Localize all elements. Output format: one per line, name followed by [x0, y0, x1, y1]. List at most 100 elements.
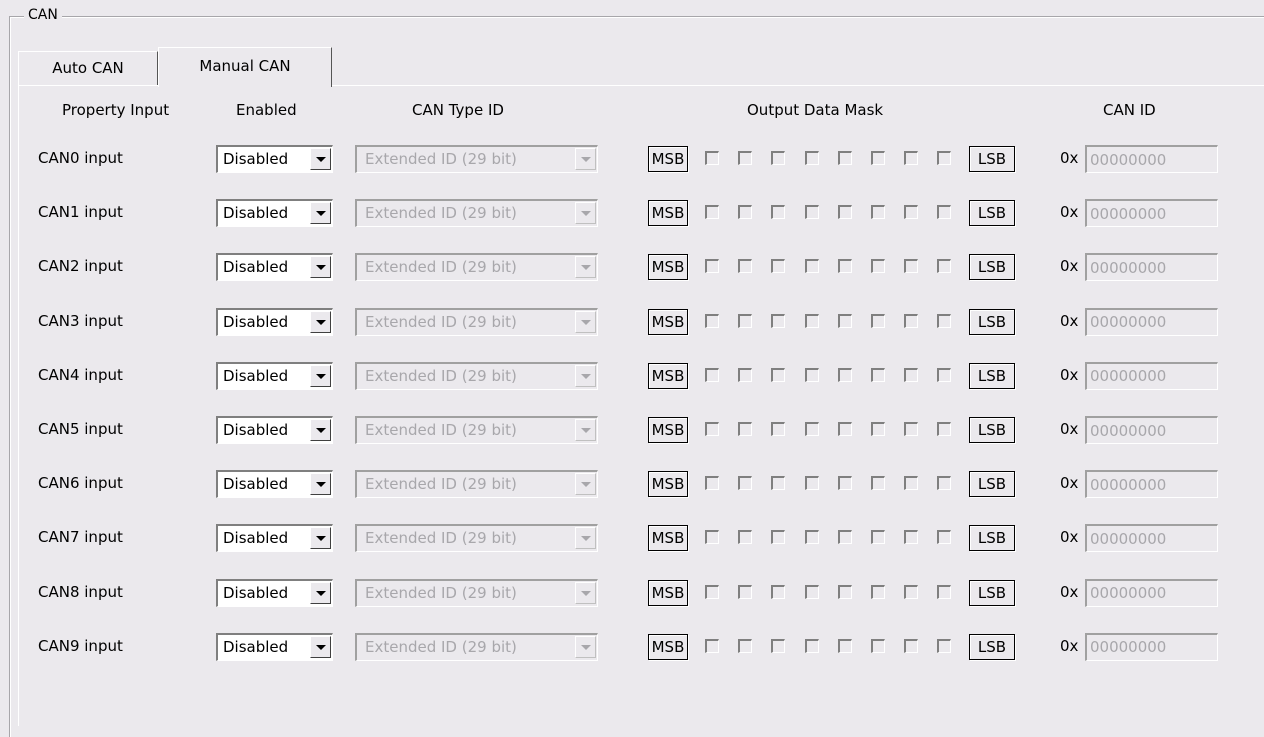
mask-bit-checkbox[interactable] [705, 530, 719, 545]
mask-bit-checkbox[interactable] [871, 313, 885, 328]
lsb-button[interactable]: LSB [969, 362, 1015, 389]
mask-bit-checkbox[interactable] [904, 530, 919, 545]
mask-bit-checkbox[interactable] [771, 205, 786, 220]
enabled-dropdown-button[interactable] [310, 310, 331, 333]
mask-bit-checkbox[interactable] [771, 638, 786, 653]
mask-bit-checkbox[interactable] [871, 367, 885, 382]
mask-bit-checkbox[interactable] [837, 205, 852, 220]
enabled-select[interactable]: Disabled [216, 361, 333, 390]
mask-bit-checkbox[interactable] [904, 151, 919, 165]
mask-bit-checkbox[interactable] [937, 530, 952, 545]
mask-bit-checkbox[interactable] [837, 422, 852, 436]
mask-bit-checkbox[interactable] [904, 584, 919, 599]
mask-bit-checkbox[interactable] [837, 638, 852, 653]
mask-bit-checkbox[interactable] [705, 422, 719, 436]
msb-button[interactable]: MSB [648, 633, 688, 660]
lsb-button[interactable]: LSB [969, 254, 1015, 281]
lsb-button[interactable]: LSB [969, 200, 1015, 227]
lsb-button[interactable]: LSB [969, 146, 1015, 172]
mask-bit-checkbox[interactable] [804, 205, 819, 220]
lsb-button[interactable]: LSB [969, 417, 1015, 443]
mask-bit-checkbox[interactable] [804, 151, 819, 165]
lsb-button[interactable]: LSB [969, 579, 1015, 606]
enabled-dropdown-button[interactable] [310, 202, 331, 225]
msb-button[interactable]: MSB [648, 362, 688, 389]
mask-bit-checkbox[interactable] [738, 422, 753, 436]
mask-bit-checkbox[interactable] [937, 313, 952, 328]
mask-bit-checkbox[interactable] [738, 530, 753, 545]
enabled-dropdown-button[interactable] [310, 419, 331, 441]
lsb-button[interactable]: LSB [969, 525, 1015, 552]
mask-bit-checkbox[interactable] [837, 259, 852, 274]
mask-bit-checkbox[interactable] [871, 422, 885, 436]
mask-bit-checkbox[interactable] [771, 584, 786, 599]
enabled-select[interactable]: Disabled [216, 307, 333, 336]
mask-bit-checkbox[interactable] [837, 584, 852, 599]
mask-bit-checkbox[interactable] [705, 476, 719, 491]
mask-bit-checkbox[interactable] [871, 151, 885, 165]
enabled-dropdown-button[interactable] [310, 473, 331, 496]
mask-bit-checkbox[interactable] [705, 313, 719, 328]
mask-bit-checkbox[interactable] [738, 205, 753, 220]
msb-button[interactable]: MSB [648, 525, 688, 552]
enabled-select[interactable]: Disabled [216, 199, 333, 228]
mask-bit-checkbox[interactable] [738, 151, 753, 165]
mask-bit-checkbox[interactable] [937, 584, 952, 599]
enabled-select[interactable]: Disabled [216, 524, 333, 553]
mask-bit-checkbox[interactable] [771, 530, 786, 545]
mask-bit-checkbox[interactable] [804, 259, 819, 274]
mask-bit-checkbox[interactable] [837, 476, 852, 491]
mask-bit-checkbox[interactable] [871, 584, 885, 599]
mask-bit-checkbox[interactable] [804, 367, 819, 382]
mask-bit-checkbox[interactable] [871, 530, 885, 545]
mask-bit-checkbox[interactable] [705, 638, 719, 653]
mask-bit-checkbox[interactable] [837, 367, 852, 382]
mask-bit-checkbox[interactable] [705, 151, 719, 165]
mask-bit-checkbox[interactable] [904, 422, 919, 436]
tab-auto-can[interactable]: Auto CAN [18, 51, 158, 85]
mask-bit-checkbox[interactable] [804, 530, 819, 545]
mask-bit-checkbox[interactable] [837, 313, 852, 328]
mask-bit-checkbox[interactable] [837, 151, 852, 165]
enabled-dropdown-button[interactable] [310, 256, 331, 279]
mask-bit-checkbox[interactable] [871, 205, 885, 220]
enabled-select[interactable]: Disabled [216, 253, 333, 282]
msb-button[interactable]: MSB [648, 254, 688, 281]
mask-bit-checkbox[interactable] [705, 367, 719, 382]
mask-bit-checkbox[interactable] [738, 259, 753, 274]
lsb-button[interactable]: LSB [969, 633, 1015, 660]
lsb-button[interactable]: LSB [969, 308, 1015, 335]
enabled-select[interactable]: Disabled [216, 416, 333, 444]
mask-bit-checkbox[interactable] [738, 638, 753, 653]
mask-bit-checkbox[interactable] [771, 151, 786, 165]
mask-bit-checkbox[interactable] [771, 259, 786, 274]
mask-bit-checkbox[interactable] [804, 584, 819, 599]
mask-bit-checkbox[interactable] [937, 259, 952, 274]
mask-bit-checkbox[interactable] [771, 367, 786, 382]
mask-bit-checkbox[interactable] [937, 638, 952, 653]
mask-bit-checkbox[interactable] [904, 313, 919, 328]
mask-bit-checkbox[interactable] [871, 476, 885, 491]
enabled-select[interactable]: Disabled [216, 632, 333, 661]
mask-bit-checkbox[interactable] [771, 313, 786, 328]
mask-bit-checkbox[interactable] [837, 530, 852, 545]
mask-bit-checkbox[interactable] [904, 367, 919, 382]
msb-button[interactable]: MSB [648, 308, 688, 335]
mask-bit-checkbox[interactable] [804, 313, 819, 328]
mask-bit-checkbox[interactable] [705, 584, 719, 599]
mask-bit-checkbox[interactable] [771, 476, 786, 491]
msb-button[interactable]: MSB [648, 146, 688, 172]
msb-button[interactable]: MSB [648, 471, 688, 498]
enabled-select[interactable]: Disabled [216, 578, 333, 607]
msb-button[interactable]: MSB [648, 200, 688, 227]
mask-bit-checkbox[interactable] [804, 638, 819, 653]
mask-bit-checkbox[interactable] [804, 476, 819, 491]
mask-bit-checkbox[interactable] [738, 367, 753, 382]
mask-bit-checkbox[interactable] [705, 259, 719, 274]
mask-bit-checkbox[interactable] [937, 367, 952, 382]
mask-bit-checkbox[interactable] [738, 313, 753, 328]
mask-bit-checkbox[interactable] [871, 259, 885, 274]
mask-bit-checkbox[interactable] [771, 422, 786, 436]
enabled-dropdown-button[interactable] [310, 581, 331, 604]
msb-button[interactable]: MSB [648, 579, 688, 606]
